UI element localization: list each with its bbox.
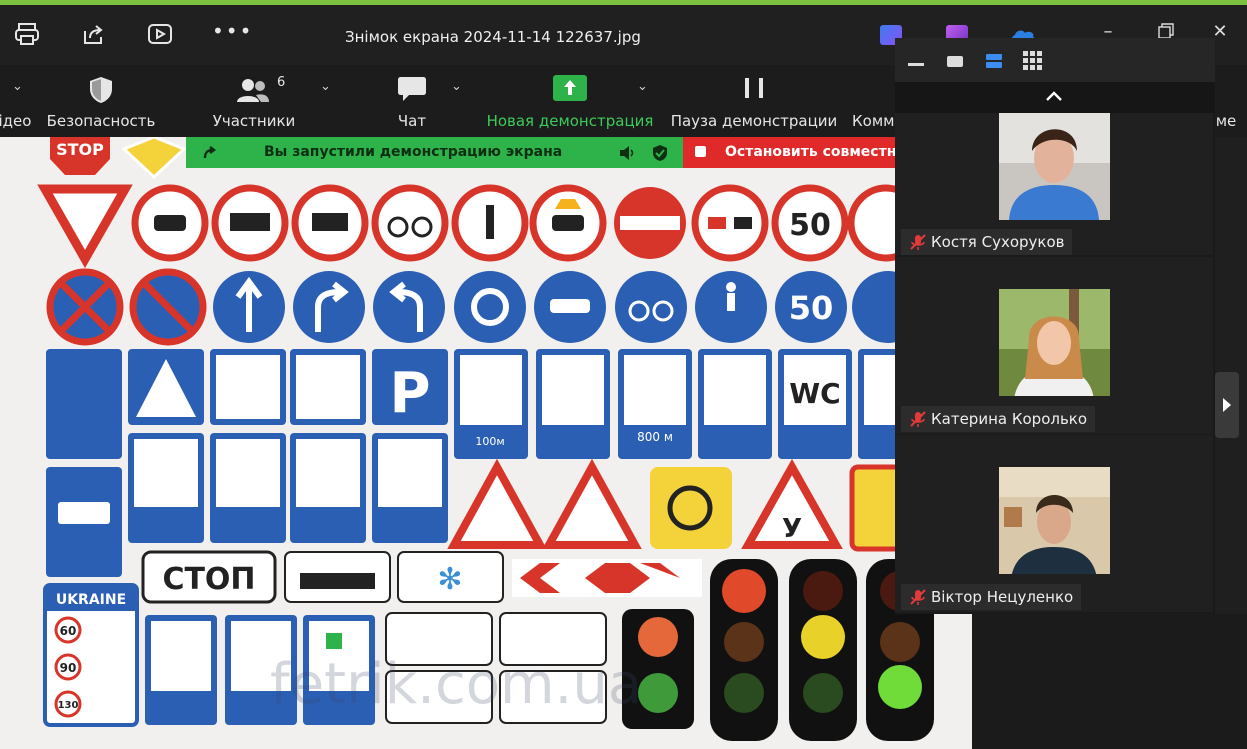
- svg-text:P: P: [389, 361, 430, 426]
- share-screen-icon: [553, 75, 587, 101]
- sharing-arrow-icon: [203, 146, 216, 159]
- distance-sign-2: 800 м: [637, 430, 673, 444]
- chat-button[interactable]: Чат: [387, 65, 437, 137]
- pause-share-button[interactable]: Пауза демонстрации: [668, 65, 840, 137]
- speaker-view-icon[interactable]: [947, 56, 963, 67]
- new-share-button[interactable]: Новая демонстрация: [484, 65, 656, 137]
- participant-name: Віктор Нецуленко: [931, 588, 1074, 606]
- participants-label: Участники: [212, 112, 296, 130]
- speaker-icon[interactable]: [618, 145, 636, 161]
- shield-icon: [90, 77, 112, 103]
- chat-icon: [398, 77, 426, 101]
- new-share-label: Новая демонстрация: [486, 112, 654, 130]
- participant-tile[interactable]: Катерина Королько: [895, 257, 1213, 434]
- chat-options-chevron-icon[interactable]: ⌄: [451, 79, 462, 94]
- participant-tile[interactable]: Костя Сухоруков: [895, 113, 1213, 255]
- participant-name-tag: Костя Сухоруков: [901, 229, 1073, 255]
- shared-screen-image: STOP 50 50 P 100м 800 м WC У СТОП ✻ UKRA…: [0, 137, 972, 749]
- participant-name: Катерина Королько: [931, 410, 1088, 428]
- more-options-icon[interactable]: •••: [212, 19, 251, 45]
- limit-90-text: 90: [60, 661, 77, 675]
- minimize-video-icon[interactable]: [908, 63, 924, 66]
- scroll-up-bar[interactable]: [895, 82, 1215, 113]
- chat-label: Чат: [397, 112, 427, 130]
- limit-60-text: 60: [60, 624, 77, 638]
- svg-text:✻: ✻: [437, 562, 462, 597]
- participant-tile[interactable]: Віктор Нецуленко: [895, 435, 1213, 612]
- muted-mic-icon: [910, 234, 926, 250]
- pause-share-label: Пауза демонстрации: [670, 112, 838, 130]
- stop-share-label: Остановить совместно: [725, 144, 895, 160]
- background-area: [972, 614, 1247, 749]
- security-button[interactable]: Безопасность: [44, 65, 158, 137]
- chevron-right-icon: [1223, 398, 1231, 412]
- stop-share-button[interactable]: Остановить совместно: [683, 137, 895, 168]
- sharing-status-banner: Вы запустили демонстрацию экрана: [186, 137, 683, 168]
- participant-name-tag: Катерина Королько: [901, 406, 1096, 432]
- video-button[interactable]: ідео: [0, 65, 38, 137]
- annotate-label: Комм: [852, 112, 895, 130]
- annotate-button[interactable]: Комм: [852, 65, 896, 137]
- min-speed-text: 50: [789, 289, 834, 327]
- participant-video: [999, 289, 1110, 396]
- stop-sign-text: STOP: [56, 140, 104, 159]
- window-title: Знімок екрана 2024-11-14 122637.jpg: [345, 28, 641, 46]
- security-label: Безопасность: [46, 112, 156, 130]
- muted-mic-icon: [910, 411, 926, 427]
- participants-icon: [237, 79, 269, 102]
- pause-icon: [745, 78, 763, 98]
- gallery-grid-icon[interactable]: [1023, 51, 1043, 71]
- participant-video: [999, 467, 1110, 574]
- participant-name-tag: Віктор Нецуленко: [901, 584, 1082, 610]
- stop-cyrillic-text: СТОП: [162, 562, 255, 597]
- distance-sign-1: 100м: [475, 435, 504, 448]
- participant-video: [999, 113, 1110, 220]
- participants-options-chevron-icon[interactable]: ⌄: [320, 79, 331, 94]
- print-icon[interactable]: [14, 21, 40, 47]
- video-panel-header: [895, 38, 1215, 82]
- share-icon[interactable]: [81, 21, 107, 47]
- muted-mic-icon: [910, 589, 926, 605]
- participants-count: 6: [277, 75, 286, 90]
- participants-button[interactable]: 6 Участники: [208, 65, 300, 137]
- video-label: ідео: [0, 112, 32, 130]
- mandatory-signs-row: 50: [213, 271, 924, 343]
- watermark-text: fetrik.com.ua: [270, 652, 643, 717]
- gallery-strip-icon[interactable]: [985, 52, 1003, 70]
- share-options-chevron-icon[interactable]: ⌄: [637, 79, 648, 94]
- shield-check-icon[interactable]: [652, 144, 668, 162]
- wc-sign-text: WC: [789, 377, 840, 410]
- stop-square-icon: [695, 146, 706, 157]
- slideshow-icon[interactable]: [147, 21, 173, 47]
- participant-name: Костя Сухоруков: [931, 233, 1065, 251]
- zoom-window: ••• Знімок екрана 2024-11-14 122637.jpg …: [0, 0, 1247, 749]
- sharing-status-text: Вы запустили демонстрацию экрана: [264, 144, 563, 160]
- limit-130-text: 130: [58, 700, 79, 711]
- ukraine-sign-text: UKRAINE: [56, 592, 126, 608]
- next-page-button[interactable]: [1215, 372, 1239, 438]
- chevron-up-icon[interactable]: [1045, 90, 1063, 102]
- video-panel: Костя Сухоруков Катерина Королько Віктор…: [895, 38, 1215, 614]
- learner-sign-text: У: [782, 514, 802, 544]
- speed-limit-text: 50: [789, 208, 831, 243]
